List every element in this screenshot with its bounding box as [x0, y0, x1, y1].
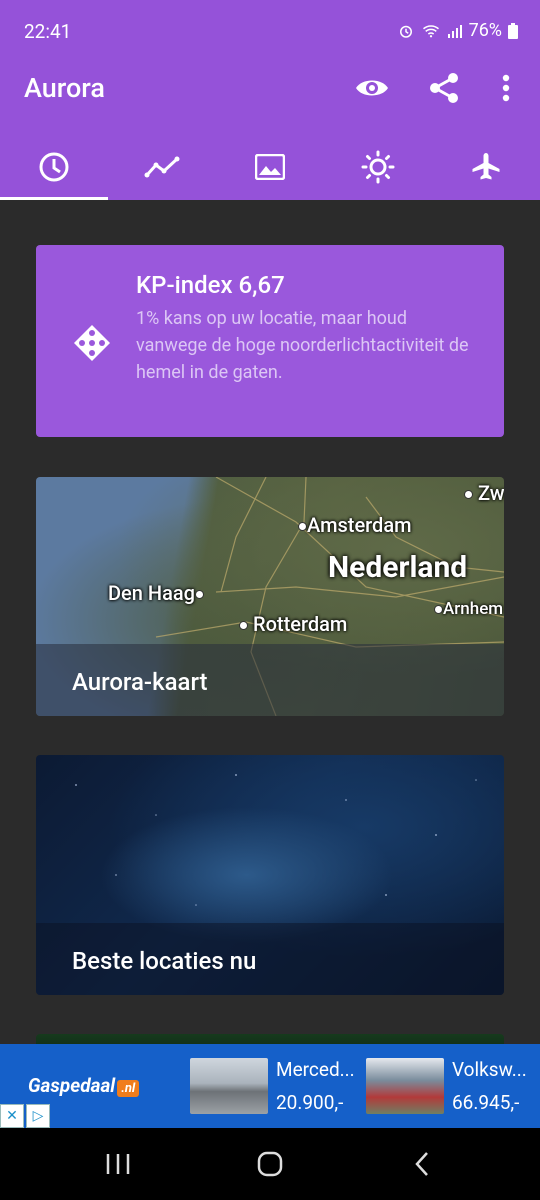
ad-brand-area[interactable]: Gaspedaal .nl ✕ ▷: [0, 1044, 180, 1128]
kp-description: 1% kans op uw locatie, maar houd vanwege…: [136, 308, 469, 383]
system-nav-bar: [0, 1128, 540, 1200]
ad-item-1[interactable]: Merced... 20.900,-: [180, 1044, 360, 1128]
locations-card-label: Beste locaties nu: [72, 947, 257, 975]
alarm-icon: [399, 25, 412, 38]
app-title: Aurora: [24, 72, 105, 104]
home-icon: [257, 1151, 283, 1177]
back-button[interactable]: [402, 1146, 442, 1182]
trend-icon: [144, 156, 180, 178]
signal-icon: [447, 24, 462, 38]
battery-icon: [508, 22, 518, 39]
more-vert-icon: [502, 74, 510, 102]
share-button[interactable]: [426, 70, 462, 106]
ad-item-name: Volksw...: [452, 1058, 527, 1081]
tab-photos[interactable]: [216, 134, 324, 200]
clock-icon: [39, 152, 69, 182]
ad-banner[interactable]: Gaspedaal .nl ✕ ▷ Merced... 20.900,- Volk…: [0, 1044, 540, 1128]
ad-item-price: 66.945,-: [452, 1091, 520, 1114]
ad-item-price: 20.900,-: [276, 1091, 344, 1114]
wifi-icon: [422, 24, 439, 37]
map-city-zwolle: Zwo: [464, 481, 504, 505]
map-city-den-haag: Den Haag: [108, 581, 204, 605]
status-time: 22:41: [24, 20, 72, 43]
map-card-label: Aurora-kaart: [72, 668, 208, 696]
sun-icon: [361, 150, 395, 184]
tab-sun[interactable]: [324, 134, 432, 200]
eye-icon: [356, 80, 388, 96]
recents-icon: [106, 1154, 130, 1174]
dice-icon: [74, 325, 110, 361]
kp-index-card[interactable]: KP-index 6,67 1% kans op uw locatie, maa…: [36, 245, 504, 437]
ad-item-2[interactable]: Volksw... 66.945,-: [360, 1044, 540, 1128]
ad-choices[interactable]: ✕ ▷: [0, 1104, 50, 1128]
aurora-map-card[interactable]: Zwo Amsterdam Nederland Den Haag Rotterd…: [36, 477, 504, 716]
map-country-label: Nederland: [328, 550, 468, 585]
best-locations-card[interactable]: Beste locaties nu: [36, 755, 504, 995]
ad-brand-logo: Gaspedaal .nl: [28, 1074, 140, 1097]
tab-bar: [0, 134, 540, 200]
ad-info-icon[interactable]: ▷: [26, 1104, 50, 1128]
ad-car-image-2: [366, 1058, 444, 1114]
tab-overview[interactable]: [0, 134, 108, 200]
tab-flight[interactable]: [432, 134, 540, 200]
map-city-amsterdam: Amsterdam: [298, 513, 412, 537]
ad-close-icon[interactable]: ✕: [0, 1104, 24, 1128]
eye-button[interactable]: [354, 70, 390, 106]
home-button[interactable]: [250, 1146, 290, 1182]
back-icon: [415, 1152, 428, 1176]
map-city-arnhem: Arnhem: [434, 599, 503, 619]
battery-percent: 76%: [468, 20, 502, 41]
app-bar: Aurora: [0, 62, 540, 200]
kp-title: KP-index 6,67: [136, 271, 285, 299]
share-icon: [430, 73, 458, 103]
ad-item-name: Merced...: [276, 1058, 355, 1081]
status-icons: 76%: [397, 20, 518, 41]
ad-car-image-1: [190, 1058, 268, 1114]
next-card-partial[interactable]: [36, 1034, 504, 1044]
map-city-rotterdam: Rotterdam: [239, 612, 347, 636]
image-icon: [255, 154, 285, 180]
recent-apps-button[interactable]: [98, 1146, 138, 1182]
content-scroll[interactable]: KP-index 6,67 1% kans op uw locatie, maa…: [0, 200, 540, 1044]
status-bar: 22:41 76%: [0, 0, 540, 62]
more-options-button[interactable]: [488, 70, 524, 106]
tab-forecast[interactable]: [108, 134, 216, 200]
airplane-icon: [472, 153, 500, 180]
